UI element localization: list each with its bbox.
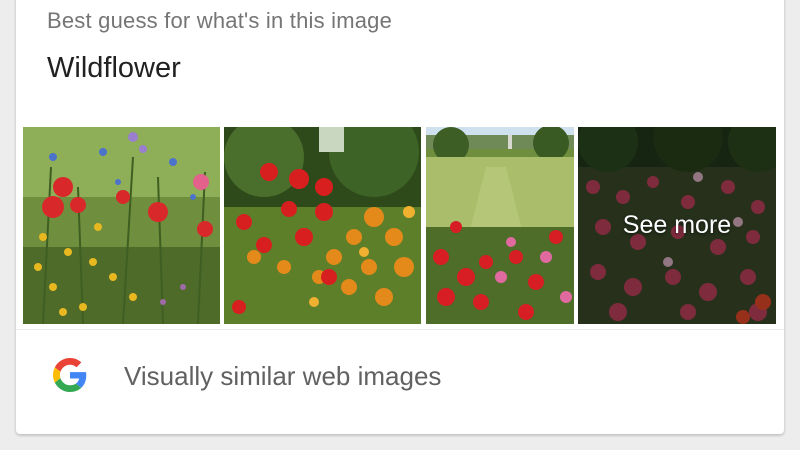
google-g-icon	[53, 358, 87, 392]
wildflower-image-3[interactable]	[426, 127, 574, 324]
visually-similar-label: Visually similar web images	[124, 361, 442, 391]
see-more-tile[interactable]: See more	[578, 127, 776, 324]
wildflower-image-2[interactable]	[224, 127, 421, 324]
best-guess-label[interactable]: Wildflower	[47, 52, 181, 85]
visually-similar-images-link[interactable]: Visually similar web images	[16, 330, 784, 420]
see-more-label: See more	[622, 211, 732, 239]
best-guess-subtitle: Best guess for what's in this image	[47, 8, 393, 33]
wildflower-image-1[interactable]	[23, 127, 220, 324]
best-guess-card: Best guess for what's in this image Wild…	[16, 0, 784, 434]
